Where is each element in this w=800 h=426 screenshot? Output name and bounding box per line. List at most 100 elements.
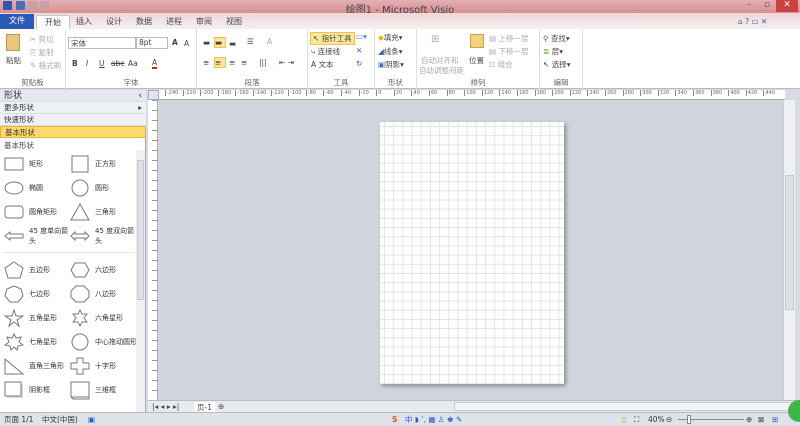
shape-item-star6[interactable]: 六角星形 <box>70 306 138 330</box>
connector-button[interactable]: ⤷ 连接线 <box>311 46 340 57</box>
zoom-level[interactable]: 40% <box>648 413 665 426</box>
bring-forward-button[interactable]: ▤ 上移一层 <box>489 33 528 44</box>
insert-page-icon[interactable]: ⊕ <box>218 402 224 411</box>
italic-button[interactable]: I <box>86 59 88 68</box>
panel-scrollbar[interactable] <box>136 150 145 412</box>
fill-button[interactable]: ◆填充▾ <box>378 32 403 43</box>
bullets-button[interactable]: ☰ <box>247 37 254 46</box>
fit-window-icon[interactable]: ⊠ <box>758 413 764 426</box>
page-number-status[interactable]: 页面 1/1 <box>4 413 33 426</box>
shape-item-octagon[interactable]: 八边形 <box>70 282 138 306</box>
align-top-button[interactable]: ▬ <box>203 38 210 47</box>
maximize-button[interactable]: ▫ <box>758 0 776 12</box>
close-x-icon[interactable]: ✕ <box>356 46 362 55</box>
shape-item-arrow-double[interactable]: 45 度双向箭头 <box>70 224 138 248</box>
shape-item-shadow-box[interactable]: 阴影框 <box>4 378 72 402</box>
distribute-button[interactable]: ||| <box>259 58 267 67</box>
shape-item-cross[interactable]: 十字形 <box>70 354 138 378</box>
close-button[interactable]: ✕ <box>776 0 798 12</box>
shadow-button[interactable]: ▣阴影▾ <box>378 59 404 70</box>
find-button[interactable]: ⚲ 查找▾ <box>543 33 570 44</box>
send-backward-button[interactable]: ▤ 下移一层 <box>489 46 528 57</box>
shape-item-right-triangle[interactable]: 直角三角形 <box>4 354 72 378</box>
collapse-panel-button[interactable]: ‹ <box>138 90 142 102</box>
cut-button[interactable]: ✂ 剪切 <box>30 34 54 45</box>
shape-item-square[interactable]: 正方形 <box>70 152 138 176</box>
align-middle-button[interactable]: ▬ <box>214 37 226 48</box>
auto-space-button[interactable]: 自动调整间距 <box>419 65 464 76</box>
more-shapes-button[interactable]: 更多形状 ▸ <box>0 102 146 114</box>
full-screen-icon[interactable]: ⛶ <box>634 413 639 426</box>
tab-process[interactable]: 进程 <box>158 15 190 29</box>
zoom-in-button[interactable]: ⊕ <box>746 413 752 426</box>
layers-button[interactable]: ≣ 层▾ <box>543 46 563 57</box>
shape-item-hexagon[interactable]: 六边形 <box>70 258 138 282</box>
align-center-button[interactable]: ≡ <box>214 57 226 68</box>
ime-logo-icon[interactable]: S <box>392 413 397 426</box>
tab-data[interactable]: 数据 <box>128 15 160 29</box>
line-button[interactable]: ◢线条▾ <box>378 46 403 57</box>
shape-item-3d-box[interactable]: 三维框 <box>70 378 138 402</box>
tab-review[interactable]: 审阅 <box>188 15 220 29</box>
fit-page-icon[interactable]: ▯ <box>622 413 626 426</box>
group-button[interactable]: ⊡ 组合 <box>489 59 513 70</box>
shape-item-circle[interactable]: 圆形 <box>70 176 138 200</box>
bold-button[interactable]: B <box>72 59 78 68</box>
shape-item-circle[interactable]: 中心拖动圆形 <box>70 330 138 354</box>
paste-button[interactable]: 粘贴 <box>6 55 21 66</box>
drawing-canvas[interactable] <box>159 100 783 400</box>
shape-item-ellipse[interactable]: 椭圆 <box>4 176 72 200</box>
copy-button[interactable]: ⎘ 复制 <box>30 47 53 58</box>
align-bottom-button[interactable]: ▬ <box>229 39 236 48</box>
shape-item-arrow-single[interactable]: 45 度单向箭头 <box>4 224 72 248</box>
shape-item-star7[interactable]: 七角星形 <box>4 330 72 354</box>
tab-file[interactable]: 文件 <box>0 14 34 29</box>
shape-item-heptagon[interactable]: 七边形 <box>4 282 72 306</box>
grow-font-button[interactable]: A <box>172 38 178 47</box>
tab-home[interactable]: 开始 <box>36 15 70 29</box>
vertical-scroll-thumb[interactable] <box>785 175 794 310</box>
macro-icon[interactable]: ▣ <box>88 413 95 426</box>
strikethrough-button[interactable]: abc <box>111 59 124 68</box>
zoom-slider-thumb[interactable] <box>687 415 691 424</box>
zoom-out-button[interactable]: ⊖ <box>666 413 672 426</box>
help-icon[interactable]: ⌂ ? ▭ ✕ <box>738 17 767 26</box>
align-right-button[interactable]: ≡ <box>229 58 235 67</box>
page-nav-buttons[interactable]: |◂ ◂ ▸ ▸| <box>152 402 179 411</box>
justify-button[interactable]: ≡ <box>241 58 247 67</box>
font-color-button[interactable]: A <box>152 58 158 69</box>
vertical-scrollbar[interactable] <box>783 100 795 400</box>
shape-item-pentagon[interactable]: 五边形 <box>4 258 72 282</box>
quick-shapes-button[interactable]: 快速形状 <box>0 114 146 126</box>
shape-item-triangle[interactable]: 三角形 <box>70 200 138 224</box>
align-left-button[interactable]: ≡ <box>203 58 209 67</box>
select-button[interactable]: ↖ 选择▾ <box>543 59 570 70</box>
ime-toolbar-icons[interactable]: 中 ◗ ‘, ▦ ♙ ♚ ✎ <box>405 413 462 426</box>
rectangle-tool-icon[interactable]: ▭▾ <box>356 32 367 41</box>
rotate-icon[interactable]: ↻ <box>356 59 362 68</box>
change-case-button[interactable]: Aa <box>128 59 138 68</box>
shape-item-rounded-rect[interactable]: 圆角矩形 <box>4 200 72 224</box>
basic-shapes-button[interactable]: 基本形状 <box>0 126 146 138</box>
text-direction-button[interactable]: A <box>267 37 272 46</box>
indent-buttons[interactable]: ⇤ ⇥ <box>279 58 294 67</box>
font-size-select[interactable]: 8pt <box>136 37 168 49</box>
tab-view[interactable]: 视图 <box>218 15 250 29</box>
shape-item-star5[interactable]: 五角星形 <box>4 306 72 330</box>
font-name-select[interactable]: 宋体 <box>68 37 136 49</box>
format-painter-button[interactable]: ✎ 格式刷 <box>30 60 61 71</box>
horizontal-scrollbar[interactable] <box>454 402 792 411</box>
minimize-button[interactable]: – <box>740 0 758 12</box>
underline-button[interactable]: U <box>99 59 105 68</box>
shape-item-rect[interactable]: 矩形 <box>4 152 72 176</box>
shrink-font-button[interactable]: A <box>184 39 189 48</box>
pointer-tool-button[interactable]: ↖ 指针工具 <box>310 32 355 45</box>
position-button[interactable]: 位置 <box>469 55 484 66</box>
tab-design[interactable]: 设计 <box>98 15 130 29</box>
language-status[interactable]: 中文(中国) <box>42 413 78 426</box>
text-tool-button[interactable]: A 文本 <box>311 59 334 70</box>
panel-scroll-thumb[interactable] <box>137 160 144 300</box>
switch-windows-icon[interactable]: ⊞ <box>772 413 778 426</box>
tab-insert[interactable]: 插入 <box>68 15 100 29</box>
drawing-page[interactable] <box>380 122 564 384</box>
